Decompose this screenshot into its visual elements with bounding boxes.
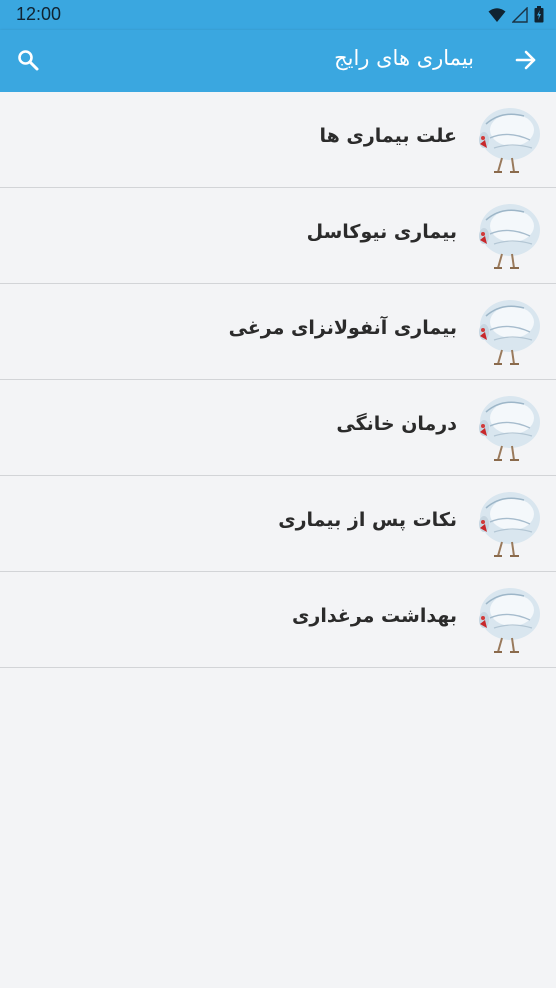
cellular-signal-icon bbox=[512, 6, 528, 23]
list-item-label: درمان خانگی bbox=[336, 413, 457, 435]
list-item[interactable]: درمان خانگی bbox=[0, 380, 556, 476]
chicken-thumbnail-icon bbox=[479, 396, 540, 461]
chicken-thumbnail-icon bbox=[479, 108, 540, 173]
page-title: بیماری های رایج bbox=[334, 46, 474, 70]
chicken-thumbnail-icon bbox=[479, 492, 540, 557]
status-bar: 12:00 bbox=[0, 0, 556, 30]
status-time: 12:00 bbox=[16, 4, 62, 24]
app-bar: بیماری های رایج bbox=[0, 30, 556, 92]
disease-list: علت بیماری ها بیماری نیوکاسل بیماری آنفو… bbox=[0, 92, 556, 668]
list-item-label: بیماری نیوکاسل bbox=[306, 221, 457, 243]
chicken-thumbnail-icon bbox=[479, 300, 540, 365]
chicken-thumbnail-icon bbox=[479, 588, 540, 653]
app-screen: 12:00 بیماری های رایج علت بیماری ها بیما… bbox=[0, 0, 556, 988]
arrow-right-icon bbox=[515, 50, 536, 70]
list-item-label: بهداشت مرغداری bbox=[292, 605, 457, 627]
list-item-label: نکات پس از بیماری bbox=[278, 509, 457, 531]
search-button[interactable] bbox=[10, 42, 46, 78]
list-item[interactable]: بهداشت مرغداری bbox=[0, 572, 556, 668]
list-item-label: بیماری آنفولانزای مرغی bbox=[228, 317, 457, 339]
back-button[interactable] bbox=[508, 42, 544, 78]
wifi-icon bbox=[488, 7, 506, 22]
list-item[interactable]: نکات پس از بیماری bbox=[0, 476, 556, 572]
status-icons bbox=[488, 6, 544, 23]
battery-icon bbox=[534, 6, 544, 23]
search-icon bbox=[18, 50, 39, 71]
list-item[interactable]: بیماری نیوکاسل bbox=[0, 188, 556, 284]
chicken-thumbnail-icon bbox=[479, 204, 540, 269]
list-item[interactable]: بیماری آنفولانزای مرغی bbox=[0, 284, 556, 380]
list-item[interactable]: علت بیماری ها bbox=[0, 92, 556, 188]
list-item-label: علت بیماری ها bbox=[319, 125, 458, 147]
